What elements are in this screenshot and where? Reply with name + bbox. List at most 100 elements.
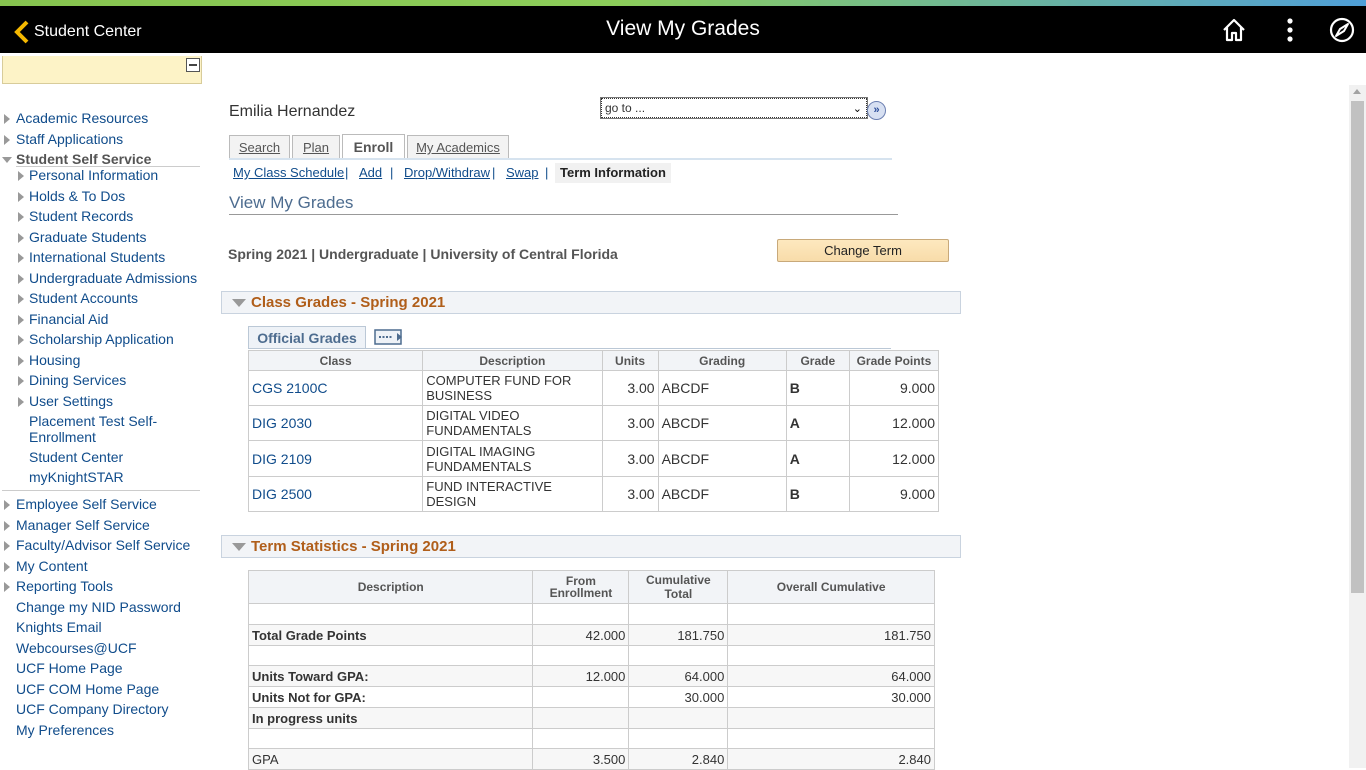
nav-item-international-students[interactable]: International Students [29,249,165,265]
table-row [247,645,935,666]
nav-item-manager-self-service[interactable]: Manager Self Service [16,517,150,533]
nav-item-student-accounts[interactable]: Student Accounts [29,290,138,306]
subnav-swap[interactable]: Swap [506,165,539,180]
header-bar: Student Center View My Grades [0,6,1366,53]
nav-item-webcourses[interactable]: Webcourses@UCF [16,640,137,656]
nav-item-personal-information[interactable]: Personal Information [29,167,158,183]
nav-item-knights-email[interactable]: Knights Email [16,619,102,635]
stat-cumulative-total: 2.840 [628,748,729,770]
grades-table: Class Description Units Grading Grade Gr… [247,350,940,512]
nav-item-user-settings[interactable]: User Settings [29,393,113,409]
more-options-icon[interactable] [1276,16,1304,44]
subnav-term-information[interactable]: Term Information [555,163,671,183]
grading-basis: ABCDF [657,370,787,406]
grade-points-value: 12.000 [848,405,940,441]
tab-search[interactable]: Search [229,135,290,159]
home-icon[interactable] [1220,16,1248,44]
nav-collapse-button[interactable] [186,58,200,72]
grade-value: B [785,370,850,406]
page-scrollbar[interactable] [1349,85,1366,768]
nav-item-ucf-company-directory[interactable]: UCF Company Directory [16,701,168,717]
stat-from-enrollment [532,686,630,708]
nav-item-faculty-advisor[interactable]: Faculty/Advisor Self Service [16,537,190,553]
tab-underline [229,158,892,160]
nav-item-scholarship-application[interactable]: Scholarship Application [29,331,174,347]
arrow-right-icon [18,397,24,407]
nav-item-change-nid-password[interactable]: Change my NID Password [16,599,181,615]
nav-item-placement-test[interactable]: Placement Test Self-Enrollment [29,413,179,445]
collapse-triangle-icon[interactable] [232,543,246,551]
nav-item-graduate-students[interactable]: Graduate Students [29,229,147,245]
subnav-my-class-schedule[interactable]: My Class Schedule [233,165,344,180]
stat-cumulative-total: 64.000 [628,665,729,687]
class-link[interactable]: DIG 2500 [252,486,312,502]
nav-item-my-preferences[interactable]: My Preferences [16,722,114,738]
subnav-add[interactable]: Add [359,165,382,180]
student-name: Emilia Hernandez [229,103,356,120]
grading-basis: ABCDF [657,476,787,512]
grade-value: B [785,476,850,512]
navbar-compass-icon[interactable] [1328,16,1356,44]
stat-label [247,728,534,749]
stat-cumulative-total [628,728,729,749]
nav-item-ucf-com-home-page[interactable]: UCF COM Home Page [16,681,159,697]
goto-select[interactable]: go to ... ⌄ [600,97,868,119]
term-statistics-title: Term Statistics - Spring 2021 [251,538,456,555]
stat-overall-cumulative [727,603,935,625]
scroll-up-icon[interactable] [1353,89,1361,94]
nav-item-employee-self-service[interactable]: Employee Self Service [16,496,157,512]
col-header-from-enrollment: From Enrollment [532,570,630,604]
collapse-triangle-icon[interactable] [232,299,246,307]
chevron-down-icon: ⌄ [852,103,862,115]
subnav-drop-withdraw[interactable]: Drop/Withdraw [404,165,490,180]
nav-divider [2,490,200,491]
arrow-right-icon [4,521,10,531]
arrow-right-icon [18,356,24,366]
course-description: DIGITAL VIDEO FUNDAMENTALS [422,405,603,441]
page-title: View My Grades [606,17,760,40]
stat-from-enrollment [532,707,630,729]
nav-item-student-self-service[interactable]: Student Self Service [16,151,151,167]
nav-item-reporting-tools[interactable]: Reporting Tools [16,578,113,594]
arrow-right-icon [18,335,24,345]
nav-item-financial-aid[interactable]: Financial Aid [29,311,108,327]
tab-enroll[interactable]: Enroll [342,134,405,159]
stat-overall-cumulative: 2.840 [727,748,935,770]
stat-label: Units Not for GPA: [247,686,534,708]
goto-submit-button[interactable]: » [867,101,886,120]
course-description: DIGITAL IMAGING FUNDAMENTALS [422,440,603,477]
subnav-separator: | [545,165,549,180]
stat-from-enrollment: 12.000 [532,665,630,687]
class-link[interactable]: DIG 2109 [252,451,312,467]
stat-overall-cumulative: 181.750 [727,624,935,646]
arrow-right-icon [18,253,24,263]
change-term-button[interactable]: Change Term [777,239,949,262]
class-grades-title: Class Grades - Spring 2021 [251,294,446,311]
nav-item-student-records[interactable]: Student Records [29,208,133,224]
nav-item-staff-applications[interactable]: Staff Applications [16,131,123,147]
class-link[interactable]: CGS 2100C [252,380,327,396]
tab-my-academics[interactable]: My Academics [407,135,509,159]
nav-item-myknightstar[interactable]: myKnightSTAR [29,469,124,485]
class-link[interactable]: DIG 2030 [252,415,312,431]
nav-item-student-center[interactable]: Student Center [29,449,123,465]
grade-value: A [785,405,850,441]
col-header-grading: Grading [657,350,787,371]
nav-item-undergraduate-admissions[interactable]: Undergraduate Admissions [29,270,197,286]
arrow-right-icon [18,376,24,386]
table-row: Total Grade Points 42.000 181.750 181.75… [247,624,935,646]
stat-label: In progress units [247,707,534,729]
nav-item-my-content[interactable]: My Content [16,558,88,574]
show-all-columns-icon[interactable] [374,329,404,345]
scroll-thumb[interactable] [1351,101,1364,593]
nav-item-ucf-home-page[interactable]: UCF Home Page [16,660,123,676]
stat-label: Units Toward GPA: [247,665,534,687]
official-grades-tab[interactable]: Official Grades [248,326,366,349]
tab-plan[interactable]: Plan [292,135,340,159]
nav-item-holds-todos[interactable]: Holds & To Dos [29,188,125,204]
nav-item-housing[interactable]: Housing [29,352,80,368]
nav-item-dining-services[interactable]: Dining Services [29,372,126,388]
units-value: 3.00 [601,370,659,406]
arrow-right-icon [4,582,10,592]
nav-item-academic-resources[interactable]: Academic Resources [16,110,148,126]
